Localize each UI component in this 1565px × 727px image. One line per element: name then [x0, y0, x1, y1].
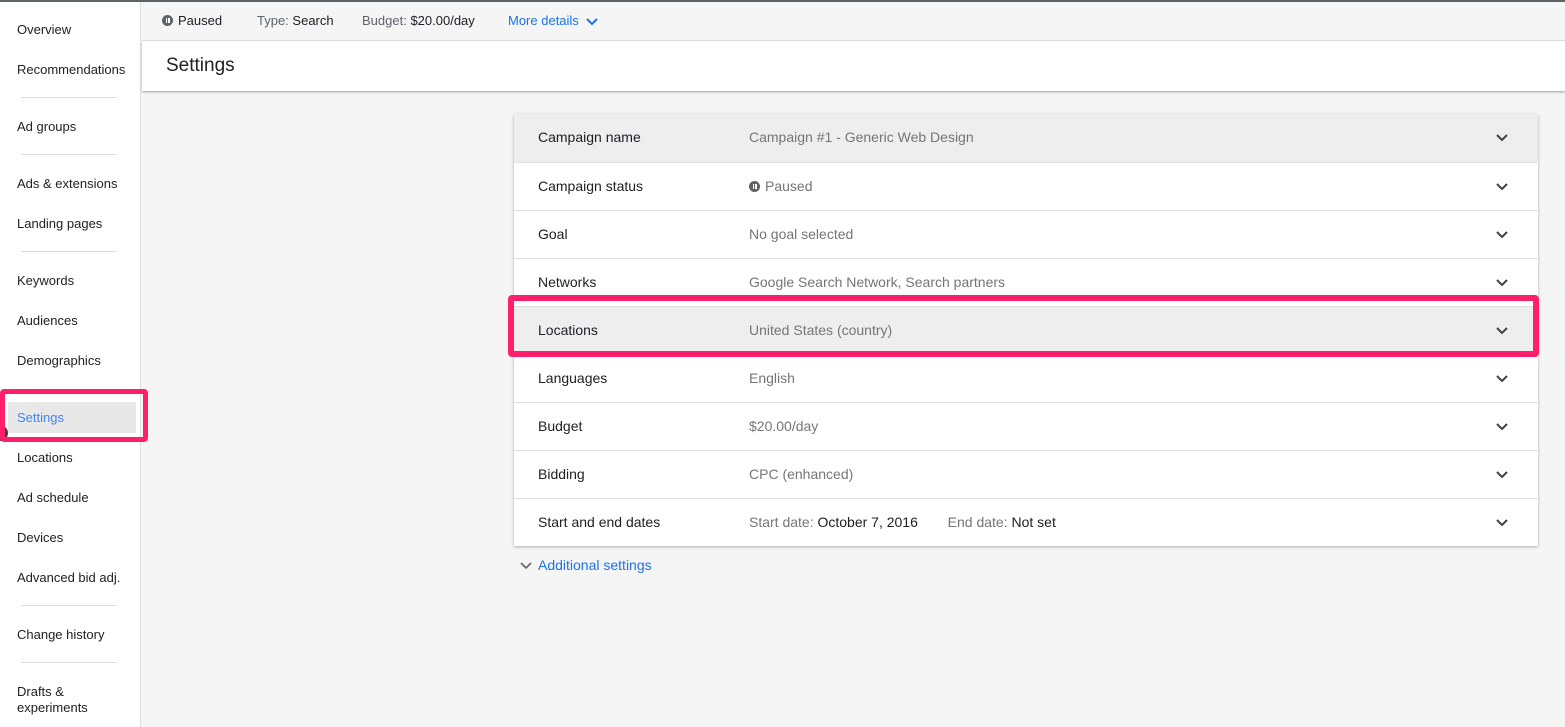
row-label: Budget [538, 418, 583, 434]
sidebar-item-ad-schedule[interactable]: Ad schedule [17, 490, 89, 506]
chevron-down-icon [586, 17, 599, 25]
campaign-type: Type: Search [257, 13, 334, 29]
sidebar-item-audiences[interactable]: Audiences [17, 313, 78, 329]
sidebar-divider [21, 605, 117, 606]
row-label: Networks [538, 274, 597, 290]
chevron-down-icon [1496, 375, 1508, 383]
row-value: Campaign #1 - Generic Web Design [749, 129, 974, 145]
settings-row-campaign-status[interactable]: Campaign status Paused [514, 162, 1538, 210]
sidebar-item-recommendations[interactable]: Recommendations [17, 62, 125, 78]
row-value: English [749, 370, 795, 386]
sidebar-item-locations[interactable]: Locations [17, 450, 73, 466]
row-value: Google Search Network, Search partners [749, 274, 1006, 290]
chevron-down-icon [1496, 231, 1508, 239]
settings-row-budget[interactable]: Budget $20.00/day [514, 402, 1538, 450]
row-label: Campaign status [538, 178, 644, 194]
row-value: $20.00/day [749, 418, 819, 434]
row-value: Start date: October 7, 2016 End date: No… [749, 514, 1056, 530]
sidebar-divider [21, 154, 117, 155]
sidebar-item-overview[interactable]: Overview [17, 22, 71, 38]
settings-row-goal[interactable]: Goal No goal selected [514, 210, 1538, 258]
campaign-budget: Budget: $20.00/day [362, 13, 475, 29]
status-indicator: Paused [162, 13, 222, 29]
sidebar-divider [21, 662, 117, 663]
start-date-value: October 7, 2016 [817, 514, 918, 530]
end-date-value: Not set [1011, 514, 1056, 530]
sidebar-item-label: Drafts & [17, 684, 64, 699]
sidebar-item-devices[interactable]: Devices [17, 530, 63, 546]
type-label: Type: [257, 13, 289, 28]
row-label: Bidding [538, 466, 585, 482]
chevron-down-icon [1496, 134, 1508, 142]
settings-row-languages[interactable]: Languages English [514, 354, 1538, 402]
page-title: Settings [166, 55, 235, 76]
chevron-down-icon [1496, 183, 1508, 191]
sidebar-item-drafts-experiments[interactable]: Drafts & experiments [17, 684, 88, 716]
sidebar-item-landing-pages[interactable]: Landing pages [17, 216, 102, 232]
chevron-down-icon [1496, 423, 1508, 431]
row-value: Paused [749, 178, 812, 194]
row-label: Goal [538, 226, 568, 242]
sidebar-item-advanced-bid-adj[interactable]: Advanced bid adj. [17, 570, 120, 586]
status-value: Paused [765, 178, 813, 194]
row-value: CPC (enhanced) [749, 466, 854, 482]
sidebar-divider [21, 251, 117, 252]
end-date-label: End date: [947, 514, 1008, 530]
type-value: Search [292, 13, 334, 28]
sidebar-divider [21, 97, 117, 98]
row-label: Start and end dates [538, 514, 661, 530]
settings-row-bidding[interactable]: Bidding CPC (enhanced) [514, 450, 1538, 498]
row-label: Campaign name [538, 129, 641, 145]
page-header: Settings [142, 41, 1565, 91]
locations-highlight-box [508, 295, 1539, 357]
sidebar-item-ads-extensions[interactable]: Ads & extensions [17, 176, 117, 192]
sidebar-item-label: experiments [17, 700, 88, 715]
settings-highlight-box [0, 389, 148, 442]
chevron-down-icon [1496, 279, 1508, 287]
more-details-button[interactable]: More details [508, 13, 602, 30]
pause-icon [162, 15, 173, 26]
status-text: Paused [178, 13, 223, 28]
chevron-down-icon [1496, 471, 1508, 479]
sidebar-item-change-history[interactable]: Change history [17, 627, 104, 643]
start-date-label: Start date: [749, 514, 814, 530]
more-details-label: More details [508, 13, 579, 28]
additional-settings-label: Additional settings [538, 557, 652, 573]
sidebar-item-demographics[interactable]: Demographics [17, 353, 101, 369]
sidebar-item-ad-groups[interactable]: Ad groups [17, 119, 76, 135]
chevron-down-icon [520, 562, 532, 570]
row-label: Languages [538, 370, 608, 386]
campaign-status-bar: Paused Type: Search Budget: $20.00/day M… [142, 2, 1565, 41]
settings-row-start-end-dates[interactable]: Start and end dates Start date: October … [514, 498, 1538, 546]
additional-settings-toggle[interactable]: Additional settings [518, 557, 652, 574]
row-value: No goal selected [749, 226, 854, 242]
pause-icon [749, 181, 760, 192]
sidebar-item-keywords[interactable]: Keywords [17, 273, 74, 289]
chevron-down-icon [1496, 519, 1508, 527]
settings-row-campaign-name[interactable]: Campaign name Campaign #1 - Generic Web … [514, 114, 1538, 162]
sidebar: Overview Recommendations Ad groups Ads &… [0, 2, 141, 727]
budget-value: $20.00/day [410, 13, 475, 28]
budget-label: Budget: [362, 13, 407, 28]
